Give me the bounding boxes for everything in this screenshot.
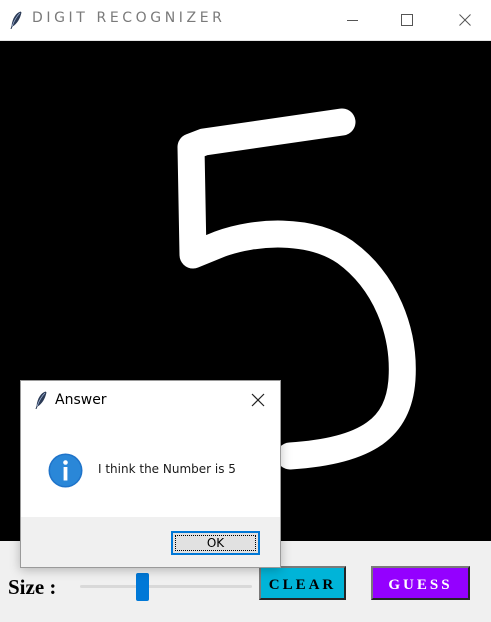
size-label: Size : (8, 575, 57, 599)
dialog-title-bar[interactable]: Answer (21, 381, 280, 419)
dialog-close-button[interactable] (247, 389, 269, 411)
window-title: DIGIT RECOGNIZER (32, 10, 226, 26)
app-window: DIGIT RECOGNIZER Size : CLEAR GUESS Answ… (0, 0, 491, 622)
feather-icon (10, 11, 22, 29)
minimize-button[interactable] (330, 0, 376, 40)
maximize-icon (401, 14, 413, 26)
minimize-icon (347, 20, 358, 21)
dialog-title: Answer (55, 392, 107, 408)
guess-button[interactable]: GUESS (371, 566, 470, 600)
maximize-button[interactable] (384, 0, 430, 40)
title-bar[interactable]: DIGIT RECOGNIZER (0, 0, 491, 41)
close-icon (251, 393, 265, 407)
size-slider-track[interactable] (80, 585, 252, 588)
info-icon (48, 453, 83, 488)
ok-button-label: OK (206, 536, 225, 550)
ok-button[interactable]: OK (171, 531, 260, 555)
size-slider-thumb[interactable] (135, 573, 149, 601)
close-icon (459, 14, 471, 26)
feather-icon (35, 391, 47, 409)
answer-dialog: Answer I think the Number is 5 OK (20, 380, 281, 568)
dialog-footer: OK (21, 517, 280, 567)
dialog-message: I think the Number is 5 (98, 462, 236, 476)
clear-button[interactable]: CLEAR (259, 566, 346, 600)
close-button[interactable] (442, 0, 488, 40)
